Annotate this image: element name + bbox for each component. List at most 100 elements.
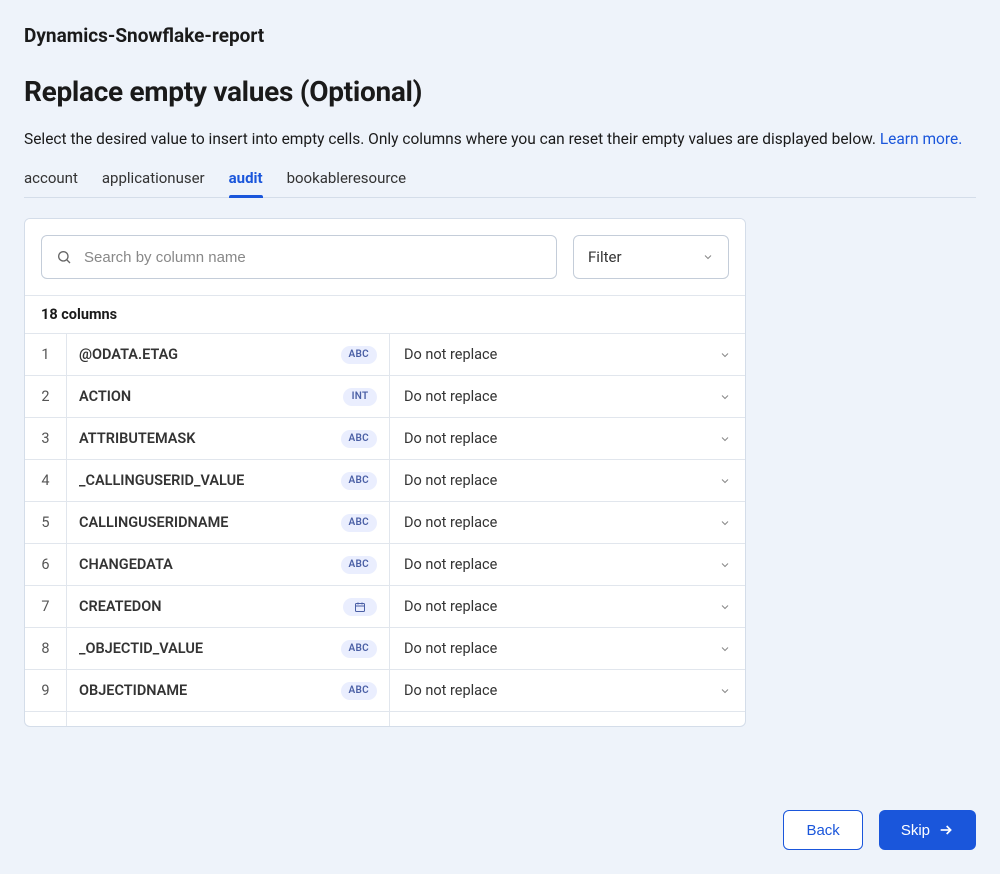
tab-bookableresource[interactable]: bookableresource	[287, 165, 407, 197]
column-name-cell: ACTION INT	[67, 376, 390, 417]
row-index: 6	[25, 544, 67, 585]
type-badge-int: INT	[343, 388, 377, 406]
row-index: 3	[25, 418, 67, 459]
type-badge-date	[343, 598, 377, 616]
search-icon	[56, 249, 72, 265]
column-name-cell: ATTRIBUTEMASK ABC	[67, 418, 390, 459]
filter-label: Filter	[588, 248, 622, 266]
row-index: 8	[25, 628, 67, 669]
tab-account[interactable]: account	[24, 165, 78, 197]
chevron-down-icon	[719, 391, 731, 403]
type-badge-abc: ABC	[341, 640, 377, 658]
breadcrumb: Dynamics-Snowflake-report	[24, 24, 976, 47]
replace-value: Do not replace	[404, 556, 497, 573]
chevron-down-icon	[719, 685, 731, 697]
replace-select[interactable]	[390, 712, 745, 726]
chevron-down-icon	[719, 433, 731, 445]
table-row: 5 CALLINGUSERIDNAME ABC Do not replace	[25, 502, 745, 544]
replace-value: Do not replace	[404, 430, 497, 447]
column-count: 18 columns	[25, 295, 745, 334]
column-name-cell: CHANGEDATA ABC	[67, 544, 390, 585]
tab-applicationuser[interactable]: applicationuser	[102, 165, 205, 197]
type-badge-abc: ABC	[341, 472, 377, 490]
replace-value: Do not replace	[404, 346, 497, 363]
subtitle-text: Select the desired value to insert into …	[24, 130, 880, 148]
calendar-icon	[354, 601, 366, 613]
columns-panel: Filter 18 columns 1 @ODATA.ETAG ABC Do n…	[24, 218, 746, 727]
column-name-cell	[67, 712, 390, 726]
replace-value: Do not replace	[404, 388, 497, 405]
column-name-cell: CALLINGUSERIDNAME ABC	[67, 502, 390, 543]
page-subtitle: Select the desired value to insert into …	[24, 128, 976, 151]
row-index: 7	[25, 586, 67, 627]
column-name-cell: OBJECTIDNAME ABC	[67, 670, 390, 711]
replace-value: Do not replace	[404, 598, 497, 615]
table-row: 9 OBJECTIDNAME ABC Do not replace	[25, 670, 745, 712]
replace-select[interactable]: Do not replace	[390, 460, 745, 501]
table-row: 7 CREATEDON Do not replace	[25, 586, 745, 628]
table-row: 2 ACTION INT Do not replace	[25, 376, 745, 418]
tabs: account applicationuser audit bookablere…	[24, 165, 976, 198]
column-name: CHANGEDATA	[79, 556, 173, 573]
column-name: @ODATA.ETAG	[79, 346, 178, 363]
column-name: OBJECTIDNAME	[79, 682, 187, 699]
column-name: ATTRIBUTEMASK	[79, 430, 195, 447]
row-index	[25, 712, 67, 726]
type-badge-abc: ABC	[341, 346, 377, 364]
type-badge-abc: ABC	[341, 682, 377, 700]
columns-table: 1 @ODATA.ETAG ABC Do not replace 2 ACTIO…	[25, 334, 745, 726]
row-index: 1	[25, 334, 67, 375]
row-index: 2	[25, 376, 67, 417]
row-index: 9	[25, 670, 67, 711]
chevron-down-icon	[719, 517, 731, 529]
chevron-down-icon	[719, 601, 731, 613]
replace-select[interactable]: Do not replace	[390, 544, 745, 585]
replace-select[interactable]: Do not replace	[390, 670, 745, 711]
replace-select[interactable]: Do not replace	[390, 586, 745, 627]
table-row: 1 @ODATA.ETAG ABC Do not replace	[25, 334, 745, 376]
replace-select[interactable]: Do not replace	[390, 334, 745, 375]
replace-select[interactable]: Do not replace	[390, 376, 745, 417]
column-name-cell: _CALLINGUSERID_VALUE ABC	[67, 460, 390, 501]
type-badge-abc: ABC	[341, 514, 377, 532]
column-name: ACTION	[79, 388, 131, 405]
footer-actions: Back Skip	[783, 810, 976, 850]
search-box[interactable]	[41, 235, 557, 279]
replace-value: Do not replace	[404, 514, 497, 531]
column-name-cell: _OBJECTID_VALUE ABC	[67, 628, 390, 669]
replace-value: Do not replace	[404, 640, 497, 657]
replace-value: Do not replace	[404, 472, 497, 489]
column-name-cell: @ODATA.ETAG ABC	[67, 334, 390, 375]
chevron-down-icon	[702, 251, 714, 263]
row-index: 4	[25, 460, 67, 501]
back-button[interactable]: Back	[783, 810, 862, 850]
table-row: 6 CHANGEDATA ABC Do not replace	[25, 544, 745, 586]
chevron-down-icon	[719, 559, 731, 571]
column-name: _OBJECTID_VALUE	[79, 640, 203, 657]
skip-button[interactable]: Skip	[879, 810, 976, 850]
search-input[interactable]	[84, 249, 542, 266]
panel-controls: Filter	[25, 219, 745, 295]
column-name: CALLINGUSERIDNAME	[79, 514, 228, 531]
skip-label: Skip	[901, 822, 930, 839]
filter-select[interactable]: Filter	[573, 235, 729, 279]
chevron-down-icon	[719, 643, 731, 655]
type-badge-abc: ABC	[341, 430, 377, 448]
row-index: 5	[25, 502, 67, 543]
column-name: CREATEDON	[79, 598, 161, 615]
column-name: _CALLINGUSERID_VALUE	[79, 472, 244, 489]
learn-more-link[interactable]: Learn more.	[880, 130, 963, 148]
table-row-partial	[25, 712, 745, 726]
type-badge-abc: ABC	[341, 556, 377, 574]
replace-value: Do not replace	[404, 682, 497, 699]
arrow-right-icon	[938, 822, 954, 838]
table-row: 4 _CALLINGUSERID_VALUE ABC Do not replac…	[25, 460, 745, 502]
replace-select[interactable]: Do not replace	[390, 628, 745, 669]
table-row: 3 ATTRIBUTEMASK ABC Do not replace	[25, 418, 745, 460]
tab-audit[interactable]: audit	[229, 165, 263, 197]
replace-select[interactable]: Do not replace	[390, 418, 745, 459]
table-row: 8 _OBJECTID_VALUE ABC Do not replace	[25, 628, 745, 670]
column-name-cell: CREATEDON	[67, 586, 390, 627]
replace-select[interactable]: Do not replace	[390, 502, 745, 543]
page-title: Replace empty values (Optional)	[24, 75, 976, 108]
